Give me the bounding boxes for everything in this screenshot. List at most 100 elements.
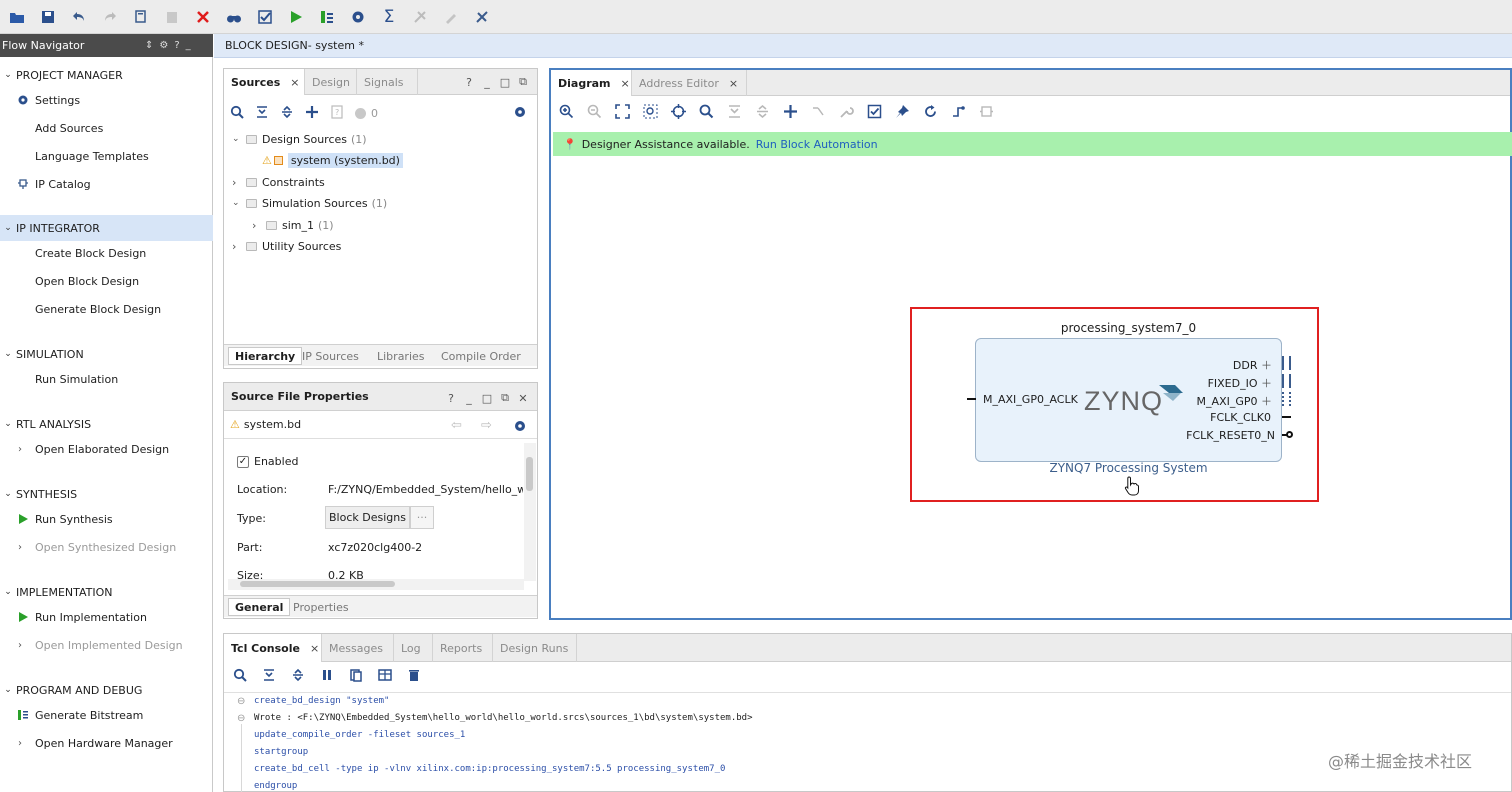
- open-project-icon[interactable]: [6, 6, 28, 28]
- collapse-all-icon[interactable]: [262, 668, 276, 685]
- nav-item-language-templates[interactable]: Language Templates: [0, 146, 213, 166]
- section-synthesis[interactable]: ⌄ SYNTHESIS: [0, 484, 213, 504]
- nav-item-open-elaborated-design[interactable]: › Open Elaborated Design: [0, 439, 213, 459]
- zynq-processing-system-block[interactable]: M_AXI_GP0_ACLK ZYNQ DDR ＋ FIXED_IO ＋ M_A…: [975, 338, 1282, 462]
- program-icon[interactable]: [316, 6, 338, 28]
- tab-ip-sources[interactable]: IP Sources: [296, 347, 365, 365]
- section-simulation[interactable]: ⌄ SIMULATION: [0, 344, 213, 364]
- fold-toggle-icon[interactable]: ⊖: [237, 696, 245, 707]
- nav-item-generate-bitstream[interactable]: Generate Bitstream: [0, 705, 213, 725]
- run-block-automation-link[interactable]: Run Block Automation: [756, 138, 878, 151]
- tools-icon[interactable]: [471, 6, 493, 28]
- tab-design-runs[interactable]: Design Runs: [492, 634, 577, 662]
- help-icon[interactable]: ?: [462, 75, 476, 89]
- zoom-area-icon[interactable]: [643, 104, 658, 122]
- close-icon[interactable]: ×: [310, 642, 319, 655]
- nav-item-settings[interactable]: Settings: [0, 90, 213, 110]
- pin-fclk-clk0[interactable]: [1282, 416, 1291, 418]
- section-rtl-analysis[interactable]: ⌄ RTL ANALYSIS: [0, 414, 213, 434]
- port-fclk-reset0-n[interactable]: FCLK_RESET0_N: [1186, 429, 1275, 442]
- section-ip-integrator[interactable]: ⌄ IP INTEGRATOR: [0, 215, 213, 241]
- port-m-axi-gp0-aclk[interactable]: M_AXI_GP0_ACLK: [983, 393, 1078, 406]
- close-icon[interactable]: ×: [729, 77, 738, 90]
- nav-item-open-block-design[interactable]: Open Block Design: [0, 271, 213, 291]
- type-more-button[interactable]: ···: [410, 506, 434, 529]
- tab-tcl-console[interactable]: Tcl Console ×: [224, 634, 321, 663]
- search-icon[interactable]: [233, 668, 247, 685]
- tree-node-sim-1[interactable]: › sim_1 (1): [252, 215, 334, 235]
- gear-icon[interactable]: ⚙: [159, 40, 168, 51]
- tab-reports[interactable]: Reports: [432, 634, 492, 662]
- maximize-icon[interactable]: □: [498, 75, 512, 89]
- port-fixed-io[interactable]: FIXED_IO ＋: [1208, 375, 1272, 391]
- tab-libraries[interactable]: Libraries: [371, 347, 431, 365]
- section-project-manager[interactable]: ⌄ PROJECT MANAGER: [0, 65, 213, 85]
- tab-log[interactable]: Log: [393, 634, 432, 662]
- tab-compile-order[interactable]: Compile Order: [435, 347, 527, 365]
- minimize-icon[interactable]: _: [480, 75, 494, 89]
- section-program-and-debug[interactable]: ⌄ PROGRAM AND DEBUG: [0, 680, 213, 700]
- scrollbar-thumb[interactable]: [240, 581, 395, 587]
- copy-icon[interactable]: [349, 668, 363, 685]
- maximize-icon[interactable]: □: [480, 391, 494, 405]
- search-icon[interactable]: [699, 104, 714, 122]
- port-m-axi-gp0[interactable]: M_AXI_GP0 ＋: [1197, 393, 1272, 409]
- nav-item-ip-catalog[interactable]: IP Catalog: [0, 174, 213, 194]
- minimize-icon[interactable]: _: [462, 391, 476, 405]
- bus-pin-ddr[interactable]: [1282, 356, 1291, 370]
- float-icon[interactable]: ⧉: [516, 75, 530, 89]
- bus-pin-fixed-io[interactable]: [1282, 374, 1291, 388]
- tree-node-simulation-sources[interactable]: ⌄ Simulation Sources (1): [232, 193, 387, 213]
- expand-all-icon[interactable]: [291, 668, 305, 685]
- help-icon[interactable]: ?: [444, 391, 458, 405]
- close-icon[interactable]: ×: [290, 76, 299, 89]
- regenerate-layout-icon[interactable]: [923, 104, 938, 122]
- nav-item-create-block-design[interactable]: Create Block Design: [0, 243, 213, 263]
- copy-icon[interactable]: [130, 6, 152, 28]
- columns-icon[interactable]: [378, 668, 392, 685]
- route-icon[interactable]: [951, 104, 966, 122]
- save-icon[interactable]: [37, 6, 59, 28]
- checkmark-icon[interactable]: [254, 6, 276, 28]
- nav-item-open-hardware-manager[interactable]: › Open Hardware Manager: [0, 733, 213, 753]
- tab-hierarchy[interactable]: Hierarchy: [228, 347, 303, 365]
- help-icon[interactable]: ?: [174, 40, 179, 51]
- add-ip-icon[interactable]: [783, 104, 798, 122]
- type-value-button[interactable]: Block Designs: [325, 506, 410, 529]
- trash-icon[interactable]: [407, 668, 421, 685]
- scrollbar-thumb[interactable]: [526, 457, 533, 491]
- expand-collapse-icon[interactable]: ⇕: [145, 40, 153, 51]
- tab-signals[interactable]: Signals: [356, 69, 418, 95]
- tab-properties[interactable]: Properties: [287, 598, 355, 616]
- collapse-all-icon[interactable]: [255, 105, 269, 122]
- pause-icon[interactable]: [320, 668, 334, 685]
- nav-item-open-synthesized-design[interactable]: › Open Synthesized Design: [0, 537, 213, 557]
- tree-node-system-bd[interactable]: ⚠ system (system.bd): [262, 150, 403, 170]
- tab-address-editor[interactable]: Address Editor ×: [631, 70, 747, 96]
- minimize-icon[interactable]: _: [186, 40, 191, 51]
- enabled-checkbox[interactable]: ✓: [237, 455, 249, 468]
- fold-toggle-icon[interactable]: ⊖: [237, 713, 245, 724]
- zoom-in-icon[interactable]: [559, 104, 574, 122]
- crosshair-icon[interactable]: [671, 104, 686, 122]
- gear-icon[interactable]: [513, 419, 527, 436]
- search-icon[interactable]: [230, 105, 244, 122]
- pin-icon[interactable]: [895, 104, 910, 122]
- tab-messages[interactable]: Messages: [321, 634, 393, 662]
- nav-item-run-synthesis[interactable]: Run Synthesis: [0, 509, 213, 529]
- nav-item-run-simulation[interactable]: Run Simulation: [0, 369, 213, 389]
- validate-design-icon[interactable]: [867, 104, 882, 122]
- tab-design[interactable]: Design: [304, 69, 356, 95]
- zoom-fit-icon[interactable]: [615, 104, 630, 122]
- gear-icon[interactable]: [513, 105, 527, 122]
- tree-node-design-sources[interactable]: ⌄ Design Sources (1): [232, 129, 367, 149]
- run-icon[interactable]: [285, 6, 307, 28]
- vertical-scrollbar[interactable]: [524, 443, 536, 581]
- delete-icon[interactable]: [192, 6, 214, 28]
- tree-node-constraints[interactable]: › Constraints: [232, 172, 325, 192]
- nav-item-generate-block-design[interactable]: Generate Block Design: [0, 299, 213, 319]
- sigma-icon[interactable]: Σ: [378, 6, 400, 28]
- section-implementation[interactable]: ⌄ IMPLEMENTATION: [0, 582, 213, 602]
- nav-item-add-sources[interactable]: Add Sources: [0, 118, 213, 138]
- tab-diagram[interactable]: Diagram ×: [551, 70, 631, 97]
